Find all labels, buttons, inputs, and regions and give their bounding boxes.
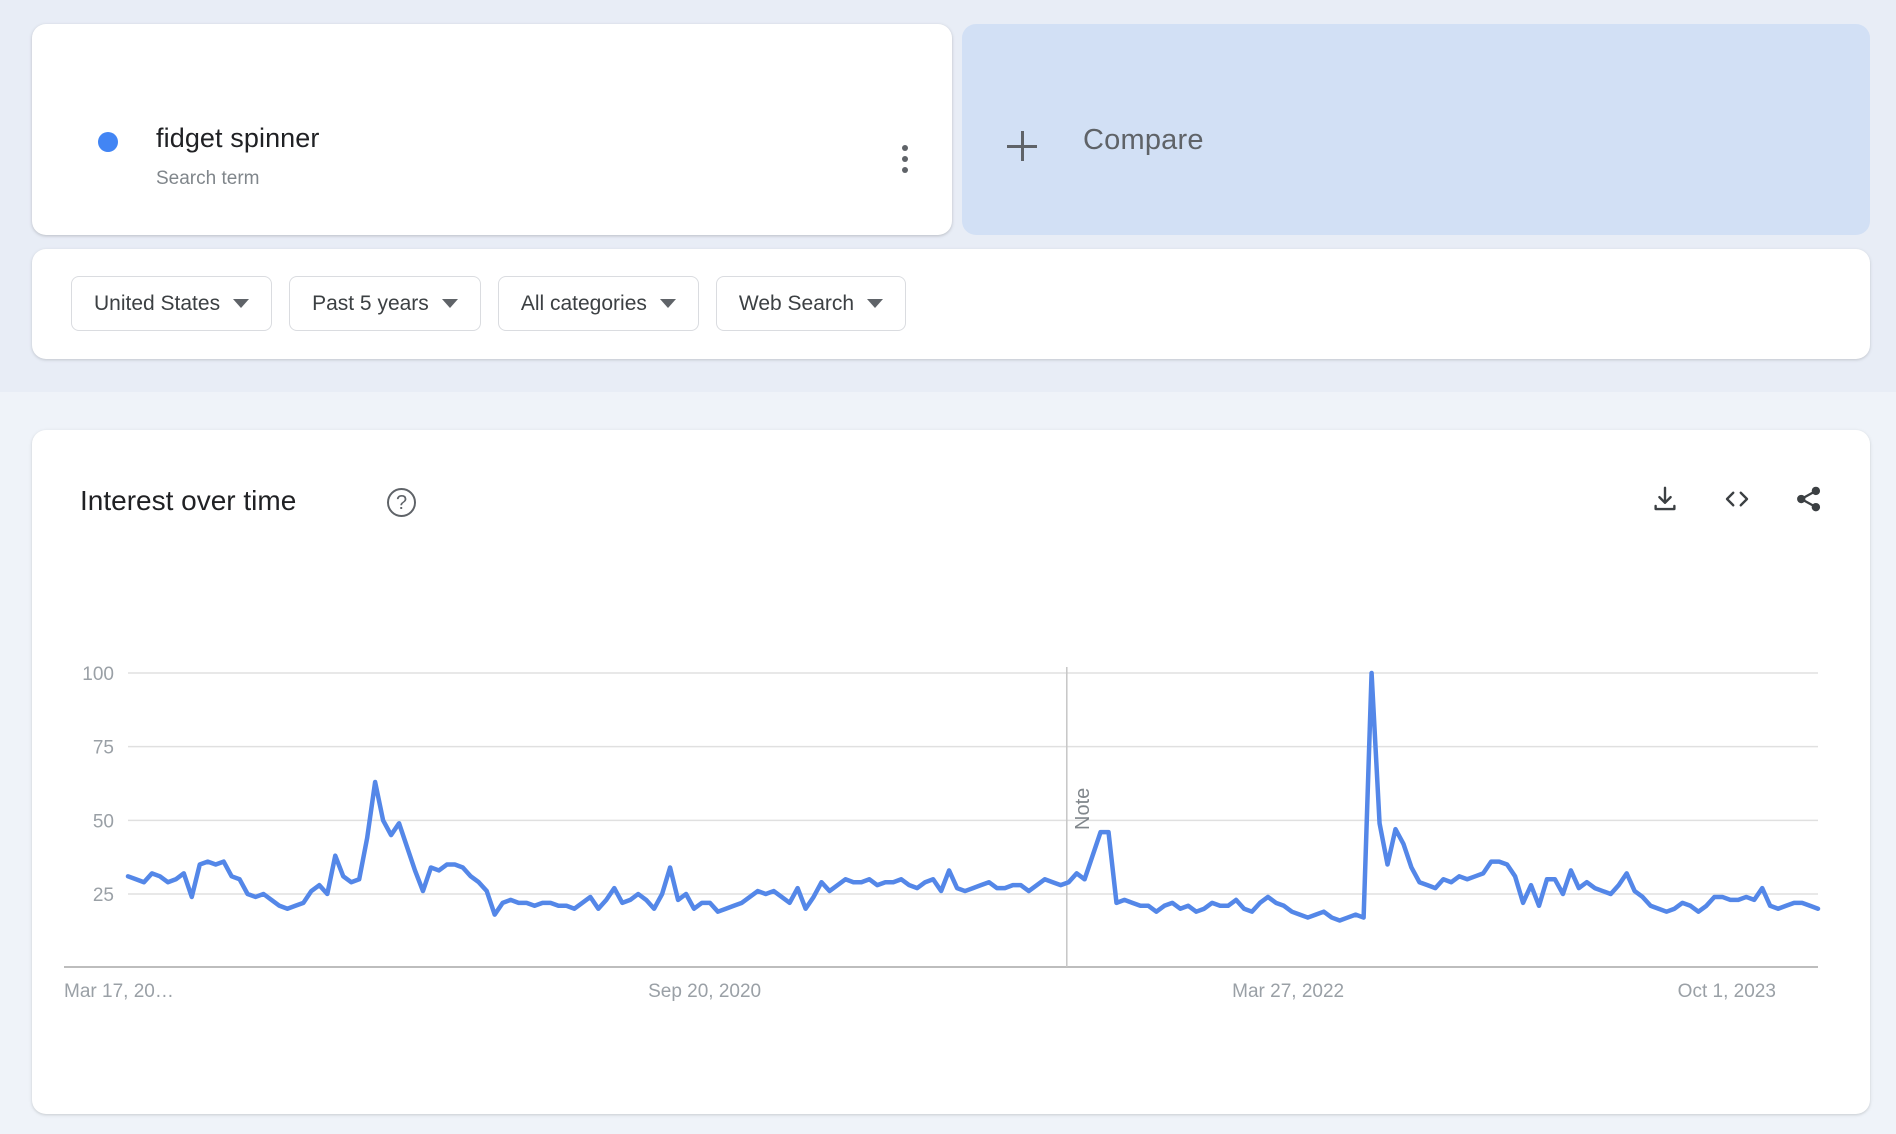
- filter-chip-group: United States Past 5 years All categorie…: [71, 276, 907, 331]
- compare-button[interactable]: Compare: [962, 24, 1870, 235]
- filter-chip-location[interactable]: United States: [71, 276, 273, 331]
- interest-over-time-card: Interest over time ? 25 50 75 100 Note M…: [32, 430, 1870, 1114]
- search-term-label: fidget spinner: [156, 123, 320, 153]
- svg-text:Oct 1, 2023: Oct 1, 2023: [1678, 981, 1776, 1002]
- svg-text:Mar 27, 2022: Mar 27, 2022: [1232, 981, 1344, 1002]
- svg-text:Mar 17, 20…: Mar 17, 20…: [64, 981, 174, 1002]
- interest-over-time-chart[interactable]: 25 50 75 100 Note Mar 17, 20… Sep 20, 2020 Mar …: [32, 430, 1870, 1114]
- filter-chip-time-range[interactable]: Past 5 years: [289, 276, 481, 331]
- filter-bar: United States Past 5 years All categorie…: [32, 249, 1870, 359]
- search-term-type-label: Search term: [156, 168, 260, 189]
- svg-text:75: 75: [93, 738, 114, 759]
- filter-chip-search-type[interactable]: Web Search: [715, 276, 907, 331]
- compare-label: Compare: [1083, 124, 1204, 156]
- chevron-down-icon: [659, 299, 676, 308]
- chevron-down-icon: [233, 299, 250, 308]
- kebab-menu-icon[interactable]: [892, 142, 918, 176]
- svg-text:100: 100: [82, 664, 114, 685]
- filter-chip-category-label: All categories: [520, 291, 647, 315]
- svg-text:50: 50: [93, 811, 114, 832]
- plus-icon: [1007, 131, 1037, 161]
- chevron-down-icon: [867, 299, 884, 308]
- filter-chip-category[interactable]: All categories: [497, 276, 699, 331]
- svg-text:25: 25: [93, 885, 114, 906]
- filter-chip-search-type-label: Web Search: [738, 291, 855, 315]
- series-color-dot: [98, 132, 118, 152]
- chevron-down-icon: [441, 299, 458, 308]
- filter-chip-time-range-label: Past 5 years: [312, 291, 429, 315]
- svg-text:Note: Note: [1072, 788, 1094, 830]
- filter-chip-location-label: United States: [94, 291, 221, 315]
- svg-text:Sep 20, 2020: Sep 20, 2020: [648, 981, 761, 1002]
- google-trends-page: fidget spinner Search term Compare Unite…: [0, 0, 1896, 1134]
- search-term-card[interactable]: fidget spinner Search term: [32, 24, 952, 235]
